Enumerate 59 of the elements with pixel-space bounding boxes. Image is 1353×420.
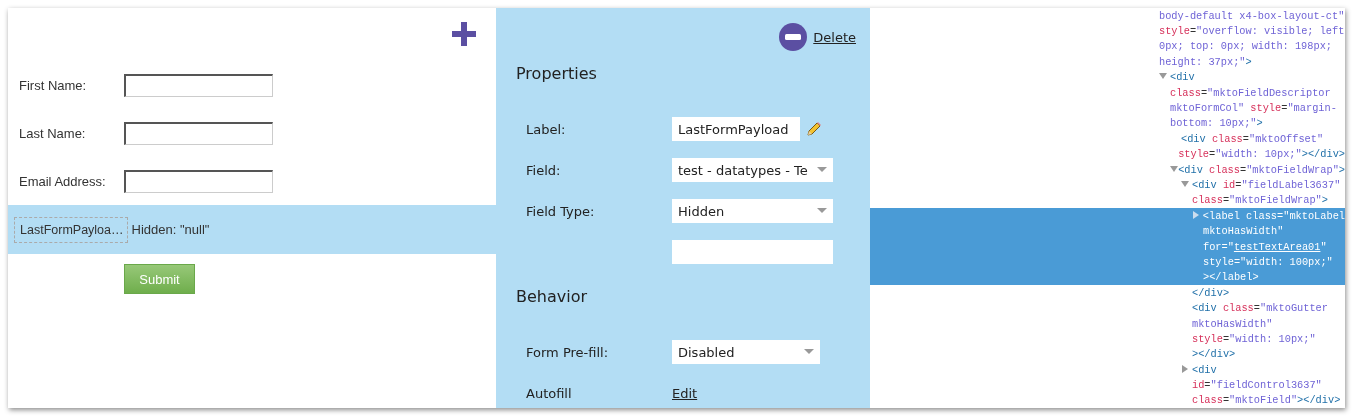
dropdown[interactable]: test - datatypes - Te [672,158,833,182]
code-line: <div [1170,71,1195,84]
code-line: <div class="mktoOffset" [1181,132,1324,145]
code-line: body-default x4-box-layout-ct" [1159,9,1345,22]
code-line: class="mktoField"></div> [1192,394,1341,407]
section-heading: Behavior [516,286,589,308]
code-line: mktoHasWidth" [1203,225,1284,238]
dropdown[interactable]: Disabled [672,340,820,364]
code-line: <div class="mktoGutter [1192,302,1328,315]
dropdown-caret-icon [817,167,827,173]
code-line: style="width: 100px;" [1203,255,1333,268]
code-line: style="overflow: visible; left [1159,25,1345,38]
text-field[interactable] [124,121,273,145]
code-line: </div> [1192,286,1230,299]
label-field[interactable]: LastFormPayload [672,117,800,141]
hidden-field-value: Hidden: "null" [131,222,210,237]
edit-link[interactable]: Edit [672,385,698,401]
code-line: ></label> [1203,271,1259,284]
code-line: style="width: 10px;" [1192,332,1316,345]
code-line: <div class="mktoFieldWrap"> [1178,163,1345,176]
property-label: Label: [526,121,567,137]
field-label: First Name: [19,77,88,93]
code-line: for="testTextArea01" [1203,240,1327,253]
dropdown-caret-icon [804,349,814,355]
dropdown[interactable]: Hidden [672,199,833,223]
field-label: Email Address: [19,173,107,189]
code-line: class="mktoFieldDescriptor [1170,86,1331,99]
expanded-triangle-icon[interactable] [1170,164,1178,173]
property-label: Field Type: [526,203,596,219]
add-icon[interactable] [452,22,476,46]
text-field[interactable] [124,73,273,97]
code-line: bottom: 10px;"> [1170,117,1263,130]
code-line: ></div> [1192,348,1236,361]
expanded-triangle-icon[interactable] [1181,180,1189,188]
text-field[interactable] [672,240,833,264]
code-line: height: 37px;"> [1159,55,1252,68]
property-label: Autofill [526,385,573,401]
property-label: Form Pre-fill: [526,344,610,360]
pencil-icon[interactable] [806,121,822,137]
field-label: LastFormPayloa… [14,216,128,243]
code-line: <div [1192,363,1217,376]
expanded-triangle-icon[interactable] [1159,72,1167,81]
code-line: <label class="mktoLabel [1202,209,1345,222]
code-line: class="mktoFieldWrap"> [1192,194,1328,207]
code-line: <div id="fieldLabel3637" [1192,179,1341,191]
code-line: id="fieldControl3637" [1192,379,1322,392]
delete-link[interactable]: Delete [813,29,856,45]
code-line: 0px; top: 0px; width: 198px; [1159,40,1333,53]
collapsed-triangle-icon[interactable] [1181,364,1189,373]
text-field[interactable] [124,169,273,193]
section-heading: Properties [516,63,598,85]
selected-row-highlight[interactable]: LastFormPayloa… Hidden: "null" [8,205,496,254]
code-line: mktoFormCol" style="margin- [1170,102,1337,115]
property-label: Field: [526,162,562,178]
delete-icon[interactable] [779,23,808,51]
dropdown-caret-icon [817,208,827,214]
field-label: Last Name: [19,125,87,141]
code-line: style="width: 10px;"></div> [1178,148,1345,161]
code-line: mktoHasWidth" [1192,317,1273,330]
